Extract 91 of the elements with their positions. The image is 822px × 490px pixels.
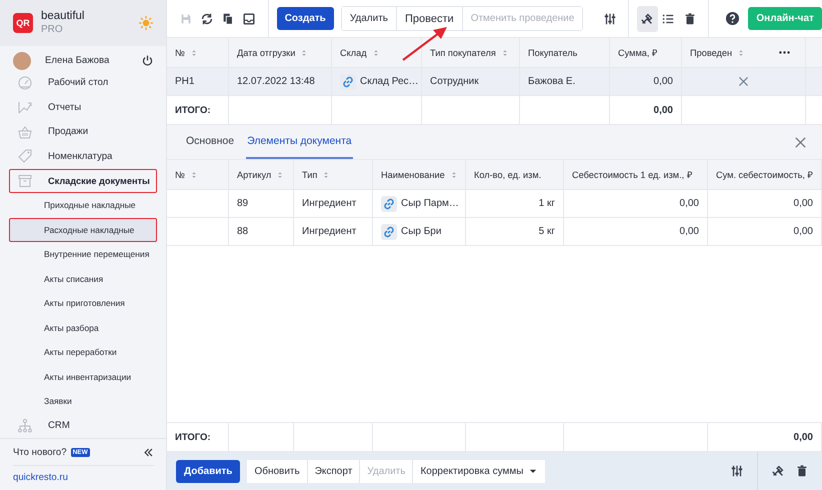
sidebar-subitem[interactable]: Приходные накладные <box>9 193 157 218</box>
column-header[interactable]: № <box>167 38 229 67</box>
column-header[interactable]: Себестоимость 1 ед. изм., ₽ <box>564 160 708 189</box>
column-header[interactable]: Наименование <box>373 160 466 189</box>
table-cell: Ингредиент <box>302 198 356 209</box>
tab[interactable]: Основное <box>185 125 236 159</box>
column-header[interactable]: Склад <box>332 38 422 67</box>
action-button[interactable]: Удалить <box>342 7 398 30</box>
table-cell: Склад Рес… <box>360 76 419 87</box>
action-button[interactable]: Обновить <box>247 460 308 482</box>
total-label: ИТОГО: <box>175 104 211 116</box>
gauge-icon <box>17 74 33 91</box>
trash-icon <box>795 464 809 478</box>
link-button[interactable] <box>381 224 397 240</box>
avatar[interactable] <box>13 52 31 70</box>
sidebar-subitem[interactable]: Акты списания <box>9 266 157 291</box>
table-row[interactable]: 88 Ингредиент Сыр Бри 5 кг 0,00 0,00 <box>167 218 822 246</box>
sidebar-subitem[interactable]: Заявки <box>9 389 157 414</box>
column-header[interactable]: Кол-во, ед. изм. <box>466 160 564 189</box>
basket-icon <box>17 124 33 140</box>
sidebar-subitem[interactable]: Акты приготовления <box>9 291 157 316</box>
sidebar-subitem[interactable]: Акты переработки <box>9 340 157 364</box>
table-cell: 0,00 <box>680 226 699 237</box>
create-button[interactable]: Создать <box>276 7 334 30</box>
table-cell: 0,00 <box>654 76 673 87</box>
table-cell: Бажова Е. <box>528 76 576 87</box>
column-header[interactable]: Тип покупателя <box>422 38 520 67</box>
chart-icon <box>17 99 33 116</box>
table-cell: Сотрудник <box>430 76 479 87</box>
sidebar-item[interactable]: Складские документы <box>9 168 157 193</box>
tools-icon <box>640 12 654 26</box>
plan-label: PRO <box>41 23 64 36</box>
sidebar-subitem[interactable]: Внутренние перемещения <box>9 242 157 266</box>
close-icon[interactable] <box>793 134 808 150</box>
total-value: 0,00 <box>654 104 673 116</box>
table-cell: Сыр Бри <box>401 226 442 237</box>
table-cell: 5 кг <box>538 226 555 237</box>
column-header[interactable]: № <box>167 160 229 189</box>
add-button[interactable]: Добавить <box>176 460 240 482</box>
power-icon[interactable] <box>141 54 154 68</box>
tools-button[interactable] <box>636 6 658 32</box>
whats-new-link[interactable]: Что нового? <box>13 446 67 458</box>
sidebar-subitem[interactable]: Акты разбора <box>9 316 157 340</box>
sidebar-item[interactable]: Рабочий стол <box>9 70 157 95</box>
refresh-icon <box>200 12 214 26</box>
column-header[interactable]: Тип <box>294 160 373 189</box>
tools-icon <box>771 464 785 478</box>
table-cell: 0,00 <box>794 226 813 237</box>
hierarchy-icon <box>17 418 33 434</box>
sidebar-item[interactable]: Номенклатура <box>9 144 157 168</box>
double-chevron-icon[interactable] <box>143 446 154 458</box>
list-icon <box>661 12 676 26</box>
sidebar-subitem[interactable]: Расходные накладные <box>9 218 157 242</box>
table-cell: 88 <box>237 226 248 237</box>
column-header[interactable]: Сумма, ₽ <box>610 38 682 67</box>
table-row[interactable]: 89 Ингредиент Сыр Парм… 1 кг 0,00 0,00 <box>167 190 822 218</box>
trash-icon <box>682 12 696 26</box>
total-value: 0,00 <box>794 432 813 442</box>
website-link[interactable]: quickresto.ru <box>13 466 68 490</box>
save-icon <box>179 12 194 26</box>
archive-box-icon <box>17 172 33 189</box>
user-name: Елена Бажова <box>45 55 110 66</box>
column-header[interactable]: Дата отгрузки <box>229 38 332 67</box>
table-cell: 89 <box>237 198 248 209</box>
column-header[interactable]: Проведен <box>682 38 806 67</box>
table-cell: 1 кг <box>538 198 555 209</box>
sidebar-item[interactable]: Продажи <box>9 120 157 144</box>
column-header[interactable]: Артикул <box>229 160 294 189</box>
table-cell: 0,00 <box>680 198 699 209</box>
table-cell: 0,00 <box>794 198 813 209</box>
column-header[interactable]: Покупатель <box>520 38 610 67</box>
total-label: ИТОГО: <box>175 432 211 442</box>
tag-icon <box>17 148 33 164</box>
sidebar-item[interactable]: CRM <box>9 414 157 438</box>
link-button[interactable] <box>381 196 397 212</box>
brand-logo[interactable]: QR <box>13 13 33 33</box>
sliders-icon <box>730 464 744 478</box>
sliders-icon <box>602 12 617 26</box>
help-icon <box>725 11 740 26</box>
table-cell: Ингредиент <box>302 226 356 237</box>
table-row[interactable]: РН1 12.07.2022 13:48 Склад Рес… Сотрудник Бажова Е. 0,00 <box>167 68 822 96</box>
column-header[interactable]: Сум. себестоимость, ₽ <box>708 160 822 189</box>
tray-icon <box>242 12 256 26</box>
annotation-arrow <box>402 27 447 61</box>
table-cell: 12.07.2022 13:48 <box>237 76 315 87</box>
sidebar-subitem[interactable]: Акты инвентаризации <box>9 364 157 389</box>
table-cell: РН1 <box>175 76 194 87</box>
link-button[interactable] <box>340 74 356 90</box>
sidebar-item[interactable]: Отчеты <box>9 95 157 120</box>
table-cell: Сыр Парм… <box>401 198 459 209</box>
brand-name: beautiful <box>41 10 86 23</box>
